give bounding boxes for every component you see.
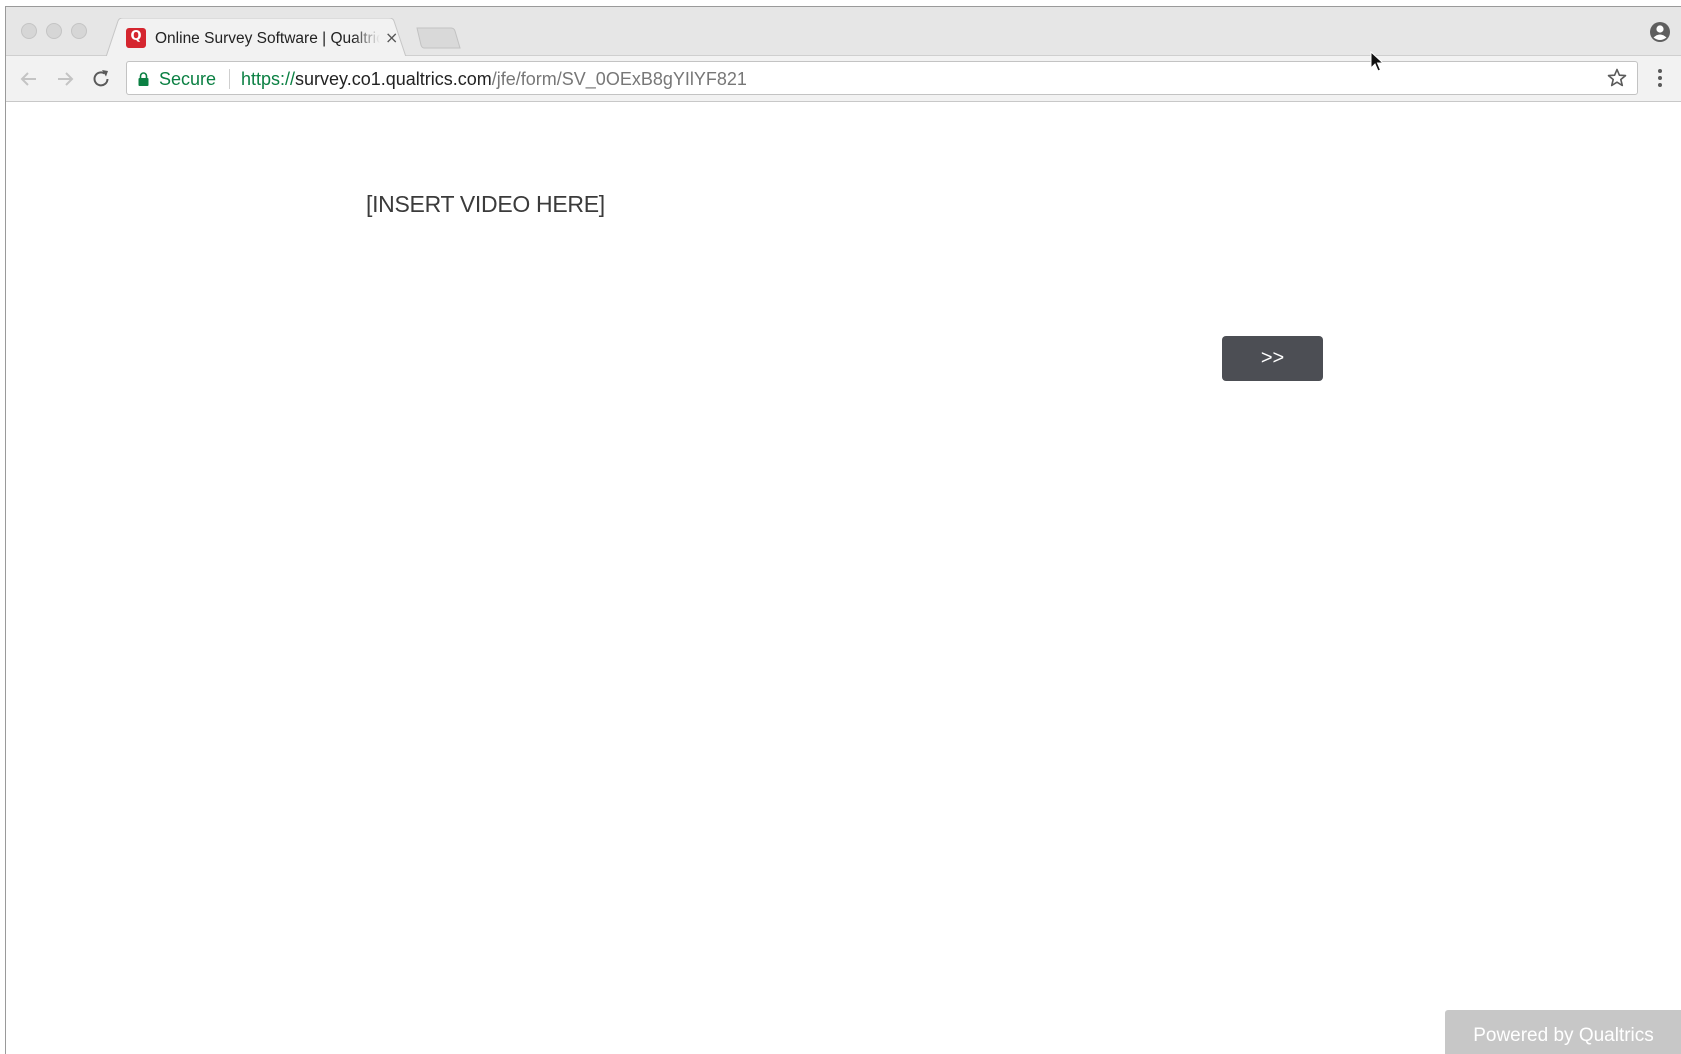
omnibox-divider [229,69,230,89]
tab-title: Online Survey Software | Qualtrics Surve… [155,30,380,47]
close-window-icon[interactable] [21,23,37,39]
kebab-menu-icon[interactable] [1657,67,1663,89]
mouse-cursor-icon [1370,51,1384,72]
browser-window: Q Online Survey Software | Qualtrics Sur… [5,6,1681,1054]
tab-active[interactable]: Q Online Survey Software | Qualtrics Sur… [106,18,411,57]
minimize-window-icon[interactable] [46,23,62,39]
lock-icon [138,72,149,86]
url-path: /jfe/form/SV_0OExB8gYIlYF821 [491,69,747,89]
tab-strip: Q Online Survey Software | Qualtrics Sur… [6,7,1681,57]
powered-by-qualtrics-link[interactable]: Powered by Qualtrics [1445,1010,1681,1054]
question-text: [INSERT VIDEO HERE] [366,191,605,217]
address-bar[interactable]: Secure https://survey.co1.qualtrics.com/… [126,61,1638,95]
url-text[interactable]: https://survey.co1.qualtrics.com/jfe/for… [241,69,747,90]
url-host: survey.co1.qualtrics.com [295,69,492,89]
security-label: Secure [159,69,217,89]
back-arrow-icon[interactable] [16,66,42,92]
next-button[interactable]: >> [1222,336,1323,381]
profile-icon[interactable] [1649,21,1671,43]
tab-close-icon[interactable]: × [385,28,398,47]
zoom-window-icon[interactable] [71,23,87,39]
reload-icon[interactable] [88,66,114,92]
new-tab-button[interactable] [416,27,462,49]
survey-page: [INSERT VIDEO HERE] >> Powered by Qualtr… [6,102,1681,1054]
url-scheme: https:// [241,69,296,89]
qualtrics-favicon-icon: Q [126,28,146,48]
star-icon[interactable] [1607,68,1627,88]
forward-arrow-icon[interactable] [52,66,78,92]
browser-toolbar: Secure https://survey.co1.qualtrics.com/… [6,56,1681,102]
